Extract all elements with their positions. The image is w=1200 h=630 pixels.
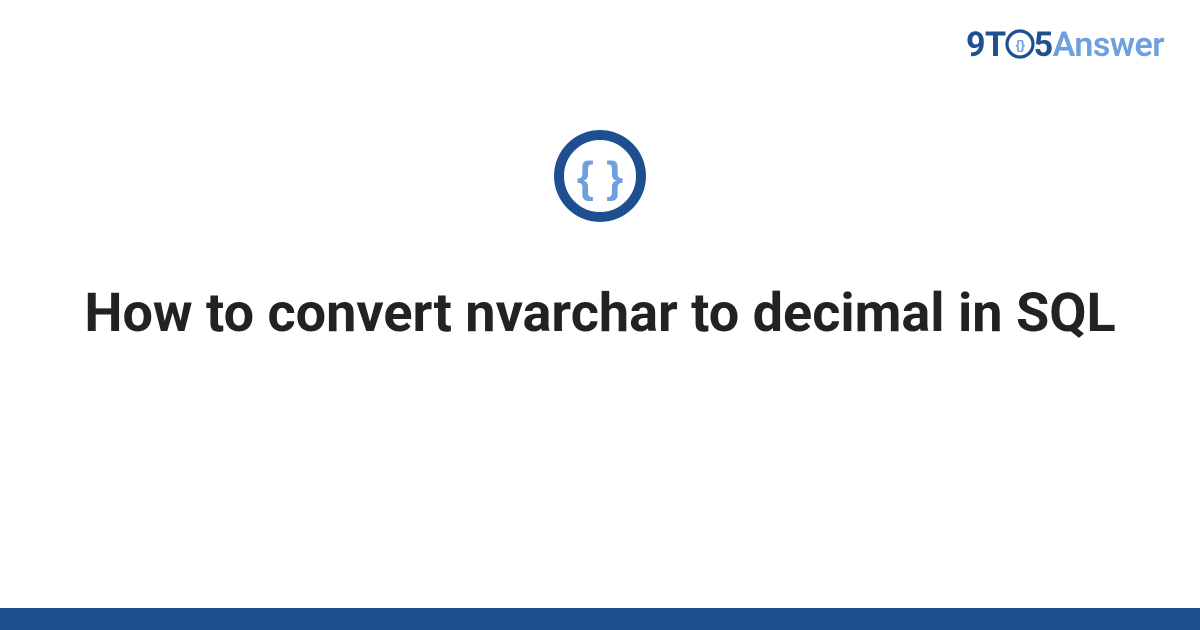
- svg-text:{ }: { }: [577, 153, 623, 202]
- logo-text-answer: Answer: [1053, 25, 1164, 65]
- footer-accent-bar: [0, 608, 1200, 630]
- page-title: How to convert nvarchar to decimal in SQ…: [0, 280, 1200, 348]
- braces-circle-icon: { }: [552, 128, 648, 228]
- logo-text-5: 5: [1034, 25, 1053, 65]
- site-logo: 9T {} 5Answer: [966, 28, 1164, 65]
- logo-text-9t: 9T: [966, 25, 1006, 65]
- logo-braces-o-icon: {}: [1005, 29, 1035, 65]
- svg-text:{}: {}: [1015, 38, 1025, 53]
